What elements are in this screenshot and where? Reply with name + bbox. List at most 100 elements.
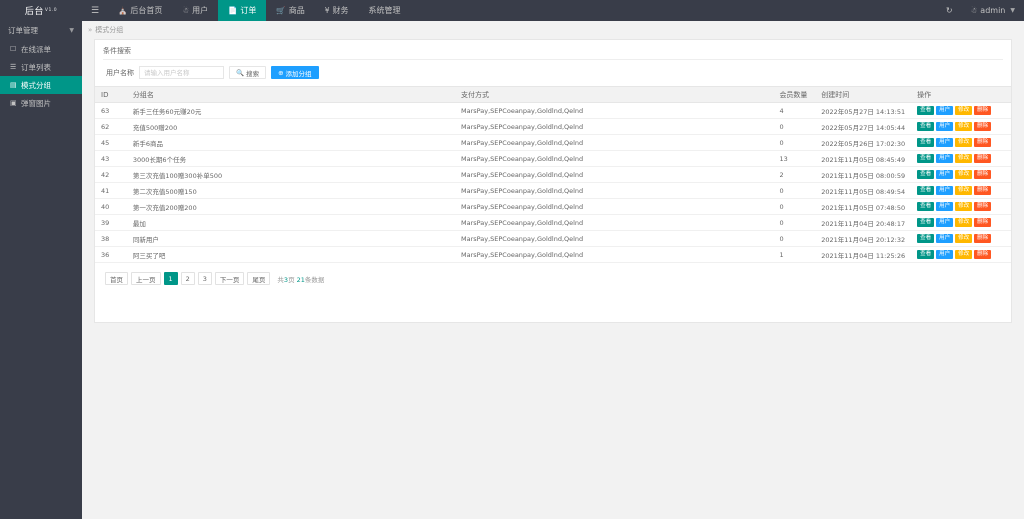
user-button[interactable]: 用户 [936, 122, 953, 131]
view-button[interactable]: 查看 [917, 106, 934, 115]
sidebar: 订单管理 ▼ ☐ 在线派单 ☰ 订单列表 ▤ 模式分组 ▣ 弹窗图片 [0, 21, 82, 519]
del-button[interactable]: 删除 [974, 106, 991, 115]
view-button[interactable]: 查看 [917, 218, 934, 227]
view-button[interactable]: 查看 [917, 186, 934, 195]
del-button[interactable]: 删除 [974, 234, 991, 243]
groups-table: ID 分组名 支付方式 会员数量 创建时间 操作 63新手三任务60元赚20元M… [95, 86, 1011, 263]
cell-name: 第一次充值200赠200 [127, 199, 455, 215]
action-button-group: 查看用户修改删除 [917, 138, 1005, 147]
edit-button[interactable]: 修改 [955, 106, 972, 115]
sidebar-item-mode-group[interactable]: ▤ 模式分组 [0, 76, 82, 94]
action-button-group: 查看用户修改删除 [917, 218, 1005, 227]
page-first-button[interactable]: 首页 [105, 272, 128, 285]
view-button[interactable]: 查看 [917, 154, 934, 163]
del-button[interactable]: 删除 [974, 250, 991, 259]
list-icon: ☰ [10, 63, 17, 71]
chevron-down-icon: ▼ [69, 27, 74, 34]
cell-actions: 查看用户修改删除 [911, 247, 1011, 263]
col-action: 操作 [911, 87, 1011, 103]
nav-item-finance[interactable]: ¥ 财务 [315, 0, 359, 21]
menu-icon[interactable]: ☰ [82, 0, 108, 21]
view-button[interactable]: 查看 [917, 202, 934, 211]
page-next-button[interactable]: 下一页 [215, 272, 245, 285]
app-version: V1.0 [45, 8, 57, 13]
view-button[interactable]: 查看 [917, 122, 934, 131]
dispatch-icon: ☐ [10, 45, 17, 53]
view-button[interactable]: 查看 [917, 170, 934, 179]
nav-item-home[interactable]: ⛪ 后台首页 [108, 0, 172, 21]
cell-name: 最加 [127, 215, 455, 231]
nav-item-system-label: 系统管理 [369, 5, 401, 16]
page-number-1[interactable]: 1 [164, 272, 178, 285]
edit-button[interactable]: 修改 [955, 234, 972, 243]
user-button[interactable]: 用户 [936, 250, 953, 259]
user-button[interactable]: 用户 [936, 234, 953, 243]
cell-actions: 查看用户修改删除 [911, 103, 1011, 119]
edit-button[interactable]: 修改 [955, 138, 972, 147]
table-row: 433000长期6个任务MarsPay,SEPCoeanpay,Goldlnd,… [95, 151, 1011, 167]
edit-button[interactable]: 修改 [955, 202, 972, 211]
username-label: 用户名称 [106, 68, 134, 78]
cell-id: 39 [95, 215, 127, 231]
del-button[interactable]: 删除 [974, 122, 991, 131]
app-logo[interactable]: 后台V1.0 [0, 0, 82, 21]
edit-button[interactable]: 修改 [955, 218, 972, 227]
search-button[interactable]: 🔍 搜索 [229, 66, 266, 79]
user-menu[interactable]: ☃ admin ▼ [962, 0, 1024, 21]
user-button[interactable]: 用户 [936, 186, 953, 195]
edit-button[interactable]: 修改 [955, 170, 972, 179]
page-prev-button[interactable]: 上一页 [131, 272, 161, 285]
cell-time: 2021年11月05日 08:49:54 [815, 183, 911, 199]
refresh-icon[interactable]: ↻ [937, 0, 962, 21]
nav-item-system[interactable]: 系统管理 [359, 0, 411, 21]
user-button[interactable]: 用户 [936, 138, 953, 147]
nav-item-order[interactable]: 📄 订单 [218, 0, 266, 21]
del-button[interactable]: 删除 [974, 170, 991, 179]
view-button[interactable]: 查看 [917, 234, 934, 243]
nav-item-product[interactable]: 🛒 商品 [266, 0, 314, 21]
view-button[interactable]: 查看 [917, 250, 934, 259]
pagination-info: 共3页 21条数据 [277, 274, 324, 284]
page-number-3[interactable]: 3 [198, 272, 212, 285]
user-button[interactable]: 用户 [936, 170, 953, 179]
user-button[interactable]: 用户 [936, 202, 953, 211]
del-button[interactable]: 删除 [974, 186, 991, 195]
user-button[interactable]: 用户 [936, 154, 953, 163]
del-button[interactable]: 删除 [974, 138, 991, 147]
user-button[interactable]: 用户 [936, 218, 953, 227]
sidebar-item-order-list[interactable]: ☰ 订单列表 [0, 58, 82, 76]
cell-id: 41 [95, 183, 127, 199]
view-button[interactable]: 查看 [917, 138, 934, 147]
cell-count: 0 [773, 135, 815, 151]
order-icon: 📄 [228, 6, 237, 15]
edit-button[interactable]: 修改 [955, 154, 972, 163]
del-button[interactable]: 删除 [974, 154, 991, 163]
cell-count: 0 [773, 119, 815, 135]
sidebar-item-popup-image[interactable]: ▣ 弹窗图片 [0, 94, 82, 112]
sidebar-item-online-dispatch[interactable]: ☐ 在线派单 [0, 40, 82, 58]
page-last-button[interactable]: 尾页 [247, 272, 270, 285]
edit-button[interactable]: 修改 [955, 250, 972, 259]
cell-time: 2021年11月04日 20:12:32 [815, 231, 911, 247]
sidebar-item-label: 订单列表 [21, 62, 51, 73]
cell-actions: 查看用户修改删除 [911, 231, 1011, 247]
cell-pay: MarsPay,SEPCoeanpay,Goldlnd,Qelnd [455, 183, 773, 199]
edit-button[interactable]: 修改 [955, 186, 972, 195]
username-input[interactable] [139, 66, 224, 79]
data-table-wrapper: ID 分组名 支付方式 会员数量 创建时间 操作 63新手三任务60元赚20元M… [95, 86, 1011, 263]
pg-total-records: 21 [297, 276, 305, 284]
user-menu-label: admin [980, 6, 1005, 15]
cell-name: 新手6商品 [127, 135, 455, 151]
cell-id: 36 [95, 247, 127, 263]
cell-id: 63 [95, 103, 127, 119]
sidebar-item-label: 弹窗图片 [21, 98, 51, 109]
user-button[interactable]: 用户 [936, 106, 953, 115]
edit-button[interactable]: 修改 [955, 122, 972, 131]
page-number-2[interactable]: 2 [181, 272, 195, 285]
nav-item-user[interactable]: ☃ 用户 [172, 0, 218, 21]
del-button[interactable]: 删除 [974, 202, 991, 211]
del-button[interactable]: 删除 [974, 218, 991, 227]
sidebar-group-order-management[interactable]: 订单管理 ▼ [0, 21, 82, 40]
cell-id: 45 [95, 135, 127, 151]
add-group-button[interactable]: ⊕ 添加分组 [271, 66, 318, 79]
